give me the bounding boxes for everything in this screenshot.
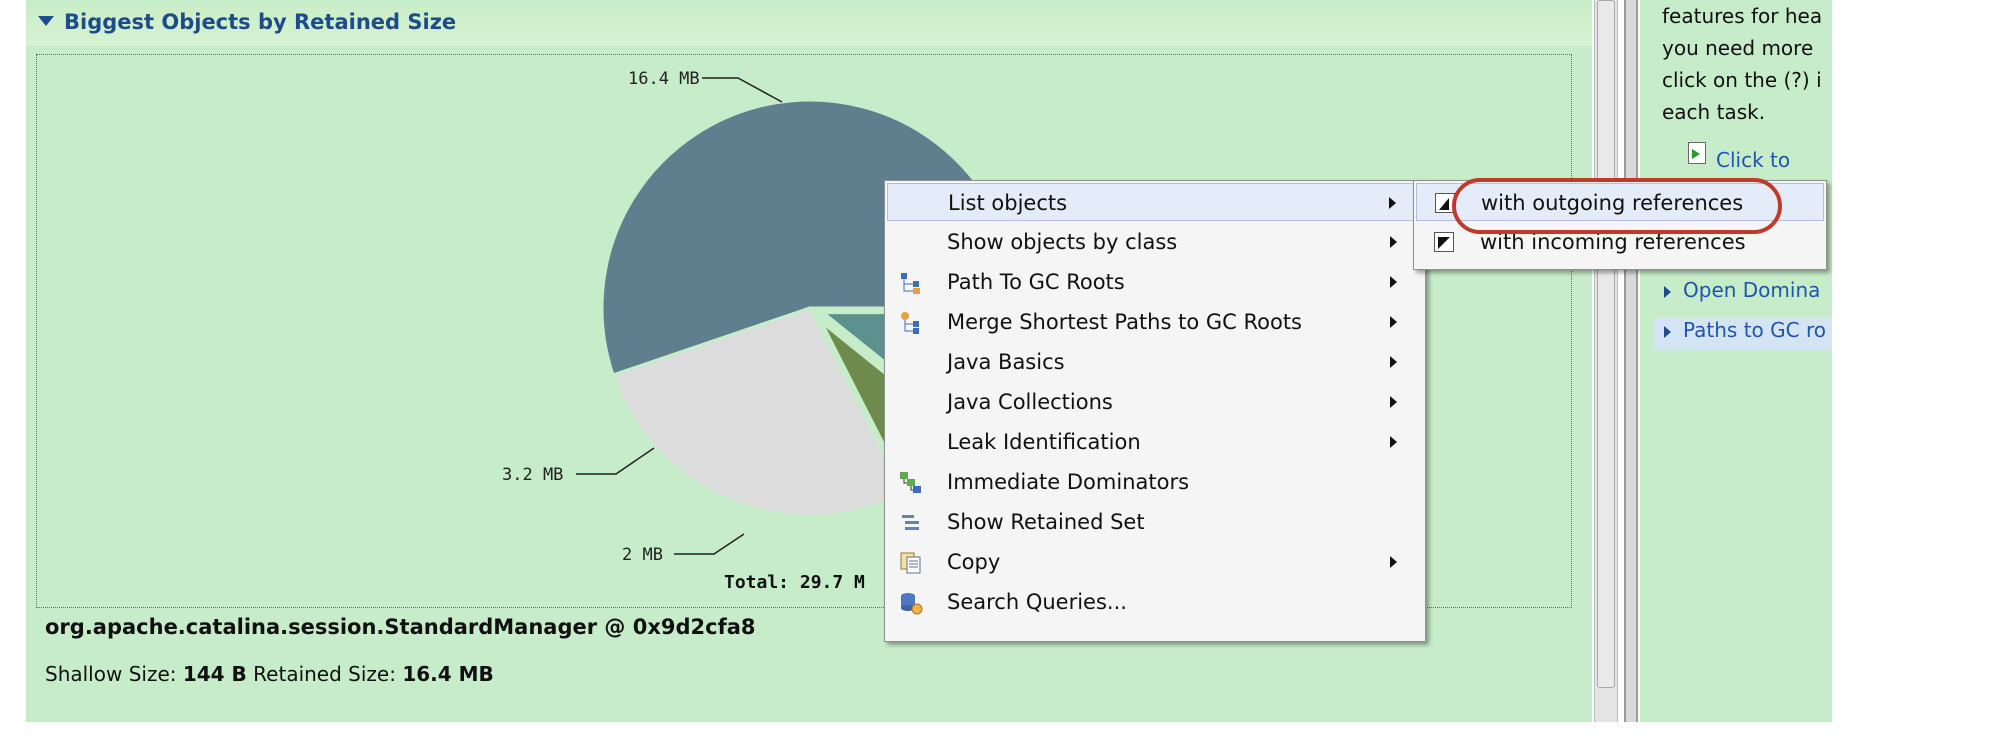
expand-arrow-icon xyxy=(1664,285,1671,298)
expand-arrow-icon xyxy=(1664,325,1671,338)
pane-splitter[interactable] xyxy=(1624,0,1638,722)
menu-item-label: Leak Identification xyxy=(947,430,1141,454)
retained-set-icon xyxy=(902,515,919,530)
help-text-line: you need more xyxy=(1662,36,1814,60)
menu-item-label: Java Basics xyxy=(947,350,1065,374)
menu-item-merge-shortest-paths[interactable]: Merge Shortest Paths to GC Roots xyxy=(887,303,1423,341)
leader-line-2mb xyxy=(674,533,745,555)
menu-item-copy[interactable]: Copy xyxy=(887,543,1423,581)
merge-paths-icon xyxy=(901,312,919,334)
section-title[interactable]: Biggest Objects by Retained Size xyxy=(64,10,456,34)
incoming-refs-icon xyxy=(1434,232,1454,252)
dominators-icon xyxy=(900,472,921,493)
menu-item-label: Show objects by class xyxy=(947,230,1178,254)
help-item-open-dominator[interactable]: Open Domina xyxy=(1654,278,1832,310)
submenu-arrow-icon xyxy=(1390,436,1397,448)
help-text-line: each task. xyxy=(1662,100,1766,124)
object-title: org.apache.catalina.session.StandardMana… xyxy=(45,615,756,639)
menu-item-label: Java Collections xyxy=(947,390,1113,414)
retained-size-value: 16.4 MB xyxy=(402,662,494,686)
context-menu: List objects Show objects by class Path … xyxy=(884,180,1426,642)
copy-icon xyxy=(900,552,921,574)
menu-item-label: Immediate Dominators xyxy=(947,470,1190,494)
slice-label-16mb: 16.4 MB xyxy=(628,69,700,89)
menu-item-list-objects[interactable]: List objects xyxy=(887,183,1423,221)
menu-item-search-queries[interactable]: Search Queries... xyxy=(887,583,1423,621)
help-text-line: click on the (?) i xyxy=(1662,68,1822,92)
menu-item-label: Path To GC Roots xyxy=(947,270,1125,294)
shallow-size-label: Shallow Size: xyxy=(45,662,177,686)
menu-item-path-to-gc-roots[interactable]: Path To GC Roots xyxy=(887,263,1423,301)
menu-item-show-retained-set[interactable]: Show Retained Set xyxy=(887,503,1423,541)
slice-label-2mb: 2 MB xyxy=(622,545,663,565)
search-queries-icon xyxy=(901,593,923,615)
help-item-paths-to-gc[interactable]: Paths to GC ro xyxy=(1654,318,1832,350)
menu-item-label: Search Queries... xyxy=(947,590,1127,614)
click-to-link[interactable]: Click to xyxy=(1716,148,1790,172)
submenu-arrow-icon xyxy=(1390,556,1397,568)
highlight-annotation-ellipse xyxy=(1452,178,1782,234)
submenu-arrow-icon xyxy=(1390,316,1397,328)
menu-item-label: Merge Shortest Paths to GC Roots xyxy=(947,310,1302,334)
menu-item-java-collections[interactable]: Java Collections xyxy=(887,383,1423,421)
submenu-arrow-icon xyxy=(1390,356,1397,368)
submenu-arrow-icon xyxy=(1390,276,1397,288)
menu-item-show-objects-by-class[interactable]: Show objects by class xyxy=(887,223,1423,261)
leader-line-3mb xyxy=(576,447,655,475)
slice-label-3mb: 3.2 MB xyxy=(502,465,563,485)
menu-item-label: List objects xyxy=(948,191,1068,215)
menu-item-java-basics[interactable]: Java Basics xyxy=(887,343,1423,381)
leader-line-16mb xyxy=(702,77,783,103)
path-tree-icon xyxy=(901,273,920,294)
run-page-icon xyxy=(1688,142,1706,164)
menu-item-label: Show Retained Set xyxy=(947,510,1145,534)
submenu-arrow-icon xyxy=(1390,396,1397,408)
shallow-size-value: 144 B xyxy=(182,662,247,686)
help-text-line: features for hea xyxy=(1662,4,1823,28)
help-pane: features for hea you need more click on … xyxy=(1640,0,1832,722)
scrollbar-thumb[interactable] xyxy=(1597,0,1615,688)
help-item-label: Open Domina xyxy=(1683,278,1821,302)
menu-item-label: Copy xyxy=(947,550,1001,574)
collapse-toggle-icon[interactable] xyxy=(38,16,54,26)
menu-item-immediate-dominators[interactable]: Immediate Dominators xyxy=(887,463,1423,501)
submenu-arrow-icon xyxy=(1390,236,1397,248)
chart-total: Total: 29.7 M xyxy=(724,572,865,593)
menu-item-leak-identification[interactable]: Leak Identification xyxy=(887,423,1423,461)
retained-size-label: Retained Size: xyxy=(253,662,396,686)
object-sizes: Shallow Size: 144 B Retained Size: 16.4 … xyxy=(45,662,494,686)
submenu-arrow-icon xyxy=(1389,197,1396,209)
help-item-label: Paths to GC ro xyxy=(1683,318,1826,342)
